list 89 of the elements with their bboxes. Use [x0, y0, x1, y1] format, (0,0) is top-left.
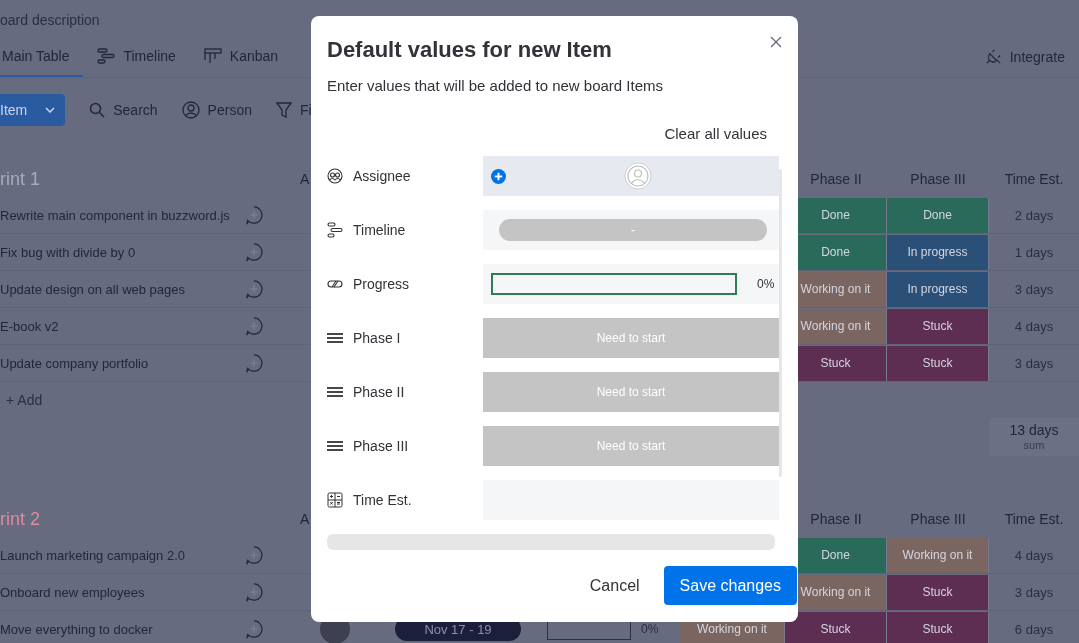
kanban-icon	[203, 47, 222, 64]
progress-reading: 0%	[757, 277, 775, 291]
sum-value: 13 days	[1009, 422, 1059, 438]
view-tab[interactable]: Main Table	[0, 36, 84, 77]
chat-add-icon[interactable]	[244, 242, 264, 262]
status-cell[interactable]: Stuck	[887, 611, 989, 643]
integrate-button[interactable]: Integrate	[984, 36, 1079, 77]
time-cell-text: 2 days	[1013, 207, 1055, 223]
calculator-icon	[327, 492, 343, 508]
field-label: Phase I	[353, 330, 401, 346]
time-cell-text: 4 days	[1013, 547, 1055, 563]
status-cell[interactable]: Stuck	[887, 574, 989, 610]
time-cell-text: 6 days	[1013, 621, 1055, 637]
status-cell[interactable]: Done	[887, 197, 989, 233]
item-name[interactable]: Fix bug with divide by 0	[0, 244, 240, 260]
chat-add-icon[interactable]	[244, 316, 264, 336]
view-tab[interactable]: Timeline	[95, 36, 190, 77]
column-header: Phase III	[909, 171, 967, 187]
assignee-field[interactable]	[483, 156, 779, 196]
chat-add-icon[interactable]	[244, 619, 264, 639]
close-icon	[770, 36, 782, 48]
add-item-button[interactable]: + Add	[0, 392, 43, 408]
chat-add-icon[interactable]	[244, 279, 264, 299]
filter-button[interactable]: Fi	[275, 102, 312, 118]
status-icon	[327, 332, 343, 344]
column-header: A	[300, 511, 311, 527]
field-label: Progress	[353, 276, 410, 292]
time-cell-text: 4 days	[1013, 318, 1055, 334]
time-cell-text: 3 days	[1013, 584, 1055, 600]
timeline-icon	[327, 222, 343, 238]
progress-reading: 0%	[641, 622, 659, 636]
close-button[interactable]	[768, 34, 784, 50]
cancel-button[interactable]: Cancel	[589, 568, 640, 603]
status-cell[interactable]: Stuck	[887, 345, 989, 381]
people-icon	[327, 168, 343, 184]
chat-add-icon[interactable]	[244, 582, 264, 602]
plug-icon	[984, 48, 1002, 65]
field-label: Phase II	[353, 384, 405, 400]
column-header: A	[300, 171, 311, 187]
status-icon	[327, 440, 343, 452]
save-button[interactable]: Save changes	[663, 566, 797, 605]
column-header: Phase II	[809, 171, 863, 187]
column-header: Time Est.	[1003, 511, 1065, 527]
filter-icon	[275, 102, 292, 118]
status-cell[interactable]: Stuck	[785, 611, 887, 643]
item-name[interactable]: Update company portfolio	[0, 355, 240, 371]
column-header: Phase II	[809, 511, 863, 527]
time-cell-text: 3 days	[1013, 355, 1055, 371]
scrollbar[interactable]	[327, 534, 775, 550]
person-icon	[181, 101, 200, 119]
caret-icon	[45, 107, 56, 113]
modal-title: Default values for new Item	[327, 36, 613, 64]
scrollbar[interactable]	[779, 169, 782, 477]
status-cell[interactable]: Stuck	[887, 308, 989, 344]
search-icon	[89, 102, 106, 118]
view-tab[interactable]: Kanban	[201, 36, 293, 77]
status-icon	[327, 386, 343, 398]
group-title[interactable]: rint 2	[0, 508, 240, 530]
field-label: Time Est.	[353, 492, 412, 508]
column-header: Phase III	[909, 511, 967, 527]
modal-subtitle: Enter values that will be added to new board Items	[327, 76, 665, 96]
clear-all-button[interactable]: Clear all values	[664, 123, 767, 145]
time-cell-text: 3 days	[1013, 281, 1055, 297]
new-item-button[interactable]: Item	[0, 94, 66, 126]
field-label: Assignee	[353, 168, 411, 184]
status-cell[interactable]: In progress	[887, 271, 989, 307]
column-header: Time Est.	[1003, 171, 1065, 187]
time-cell-text: 1 days	[1013, 244, 1055, 260]
status-cell[interactable]: In progress	[887, 234, 989, 270]
chat-add-icon[interactable]	[244, 545, 264, 565]
group-title[interactable]: rint 1	[0, 168, 240, 190]
item-name[interactable]: Launch marketing campaign 2.0	[0, 547, 240, 563]
item-name[interactable]: Update design on all web pages	[0, 281, 240, 297]
field-label: Phase III	[353, 438, 409, 454]
search-button[interactable]: Search	[89, 102, 158, 118]
add-person-icon[interactable]	[491, 168, 506, 184]
field-label: Timeline	[353, 222, 406, 238]
item-name[interactable]: Onboard new employees	[0, 584, 240, 600]
item-name[interactable]: Move everything to docker	[0, 621, 240, 637]
avatar-icon	[624, 162, 652, 190]
item-name[interactable]: Rewrite main component in buzzword.js	[0, 207, 240, 223]
board-description: oard description	[0, 11, 101, 30]
person-filter-button[interactable]: Person	[181, 101, 252, 119]
progress-icon	[327, 279, 343, 289]
item-name[interactable]: E-book v2	[0, 318, 240, 334]
timeline-icon	[97, 47, 116, 64]
chat-add-icon[interactable]	[244, 205, 264, 225]
chat-add-icon[interactable]	[244, 353, 264, 373]
status-cell[interactable]: Working on it	[887, 537, 989, 573]
